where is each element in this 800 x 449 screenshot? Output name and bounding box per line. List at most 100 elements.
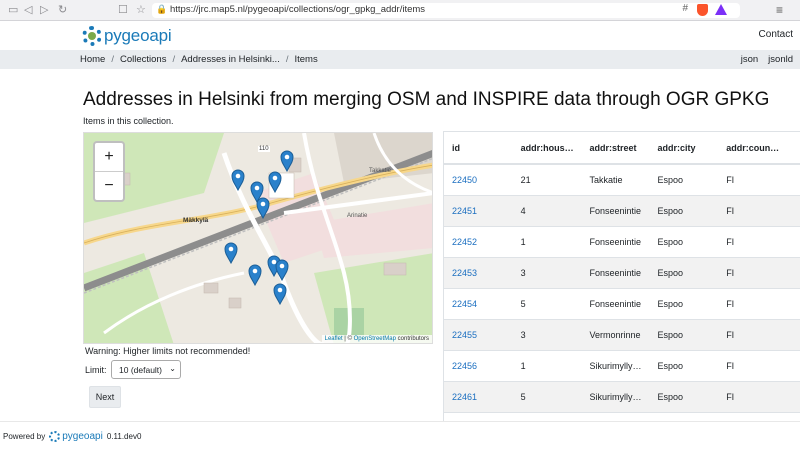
brave-icon[interactable] bbox=[697, 4, 708, 16]
map-label-makkyla: Mäkkylä bbox=[183, 217, 209, 224]
item-id-link[interactable]: 22461 bbox=[452, 392, 477, 402]
table-row: 22455 3 Vermonrinne Espoo FI bbox=[444, 318, 800, 350]
triangle-extension-icon[interactable] bbox=[715, 4, 727, 15]
powered-by-text: Powered by bbox=[3, 432, 46, 441]
hash-icon[interactable]: # bbox=[682, 3, 688, 14]
table-cell: FI bbox=[718, 380, 800, 412]
item-id-link[interactable]: 22456 bbox=[452, 361, 477, 371]
map-marker[interactable] bbox=[268, 171, 282, 198]
page-footer: Powered by pygeoapi 0.11.dev0 bbox=[0, 421, 800, 449]
leaflet-link[interactable]: Leaflet bbox=[325, 336, 343, 342]
map-marker[interactable] bbox=[256, 197, 270, 224]
bookmark-icon[interactable]: ☐ bbox=[118, 3, 128, 16]
chevron-down-icon: ⌄ bbox=[169, 364, 176, 373]
zoom-out-button[interactable]: − bbox=[95, 172, 123, 201]
footer-brand-link[interactable]: pygeoapi bbox=[62, 431, 103, 442]
column-header-street[interactable]: addr:street bbox=[581, 132, 650, 165]
menu-icon[interactable]: ≡ bbox=[776, 3, 783, 17]
item-id-cell[interactable]: 22461 bbox=[444, 380, 513, 412]
gear-icon bbox=[82, 26, 102, 46]
table-cell: Sikurimylly… bbox=[581, 349, 650, 381]
table-cell: FI bbox=[718, 411, 800, 421]
table-cell: Espoo bbox=[649, 287, 719, 319]
item-id-link[interactable]: 22453 bbox=[452, 268, 477, 278]
table-cell: Vermonrinne bbox=[581, 318, 650, 350]
table-cell: Espoo bbox=[649, 380, 719, 412]
pygeoapi-logo[interactable]: pygeoapi bbox=[82, 25, 172, 47]
table-cell: FI bbox=[718, 349, 800, 381]
breadcrumb-separator: / bbox=[111, 54, 114, 65]
item-id-link[interactable]: 22455 bbox=[452, 330, 477, 340]
item-id-cell[interactable]: 22456 bbox=[444, 349, 513, 381]
table-cell: Espoo bbox=[649, 349, 719, 381]
items-map[interactable]: Mäkkylä 110 Takkatie Arinatie + − Leafle… bbox=[83, 132, 433, 344]
table-cell: FI bbox=[718, 163, 800, 195]
table-header-row: id addr:hous… addr:street addr:city addr… bbox=[444, 132, 800, 165]
column-header-country[interactable]: addr:coun… bbox=[718, 132, 800, 165]
breadcrumb-items[interactable]: Items bbox=[294, 54, 317, 65]
attribution-tail: contributors bbox=[395, 336, 429, 342]
item-id-cell[interactable]: 22454 bbox=[444, 287, 513, 319]
item-id-link[interactable]: 22451 bbox=[452, 206, 477, 216]
table-cell: 5 bbox=[512, 380, 582, 412]
table-cell: 3 bbox=[512, 256, 582, 288]
breadcrumb: Home / Collections / Addresses in Helsin… bbox=[0, 50, 800, 69]
table-cell: 5 bbox=[512, 287, 582, 319]
table-cell: 2 bbox=[512, 411, 582, 421]
column-header-city[interactable]: addr:city bbox=[649, 132, 719, 165]
map-label-arinatie: Arinatie bbox=[347, 213, 368, 219]
item-id-link[interactable]: 22450 bbox=[452, 175, 477, 185]
jsonld-link[interactable]: jsonld bbox=[768, 54, 793, 65]
item-id-cell[interactable]: 22451 bbox=[444, 194, 513, 226]
limit-select[interactable]: 10 (default) ⌄ bbox=[111, 360, 181, 379]
attribution-sep: | © bbox=[342, 336, 354, 342]
forward-icon[interactable]: ▷ bbox=[40, 3, 48, 16]
table-cell: FI bbox=[718, 287, 800, 319]
zoom-in-button[interactable]: + bbox=[95, 143, 123, 172]
breadcrumb-separator: / bbox=[285, 54, 289, 65]
breadcrumb-collection[interactable]: Addresses in Helsinki... bbox=[181, 54, 280, 65]
table-cell: 1 bbox=[512, 225, 582, 257]
column-header-housenumber[interactable]: addr:hous… bbox=[512, 132, 582, 165]
table-cell: Espoo bbox=[649, 411, 719, 421]
item-id-cell[interactable]: 22453 bbox=[444, 256, 513, 288]
site-header: pygeoapi Contact bbox=[0, 21, 800, 50]
osm-link[interactable]: OpenStreetMap bbox=[354, 336, 396, 342]
url-text[interactable]: https://jrc.map5.nl/pygeoapi/collections… bbox=[170, 4, 425, 15]
map-tiles bbox=[84, 133, 432, 343]
breadcrumb-collections[interactable]: Collections bbox=[120, 54, 166, 65]
address-bar[interactable]: 🔒 https://jrc.map5.nl/pygeoapi/collectio… bbox=[152, 3, 740, 18]
limit-select-value: 10 (default) bbox=[119, 365, 162, 375]
column-header-id[interactable]: id bbox=[444, 132, 513, 165]
map-marker[interactable] bbox=[231, 169, 245, 196]
reload-icon[interactable]: ↻ bbox=[58, 3, 67, 16]
json-link[interactable]: json bbox=[741, 54, 758, 65]
item-id-cell[interactable]: 22452 bbox=[444, 225, 513, 257]
table-cell: Espoo bbox=[649, 318, 719, 350]
table-cell: Fonseenintie bbox=[581, 225, 650, 257]
table-cell: FI bbox=[718, 225, 800, 257]
map-label-takkatie: Takkatie bbox=[369, 168, 392, 174]
item-id-link[interactable]: 22454 bbox=[452, 299, 477, 309]
map-marker[interactable] bbox=[280, 150, 294, 177]
bookmark-star-icon[interactable]: ☆ bbox=[136, 3, 146, 16]
table-cell: Fonseenintie bbox=[581, 256, 650, 288]
logo-text: pygeoapi bbox=[104, 26, 172, 45]
footer-version: 0.11.dev0 bbox=[106, 432, 142, 441]
map-attribution: Leaflet | © OpenStreetMap contributors bbox=[321, 335, 432, 343]
item-id-cell[interactable]: 22450 bbox=[444, 163, 513, 195]
back-icon[interactable]: ◁ bbox=[24, 3, 32, 16]
sidebar-toggle-icon[interactable]: ▭ bbox=[8, 3, 18, 16]
item-id-cell[interactable]: 22455 bbox=[444, 318, 513, 350]
map-marker[interactable] bbox=[224, 242, 238, 269]
map-marker[interactable] bbox=[273, 283, 287, 310]
table-cell: FI bbox=[718, 194, 800, 226]
table-row: 22454 5 Fonseenintie Espoo FI bbox=[444, 287, 800, 319]
item-id-cell[interactable]: 22462 bbox=[444, 411, 513, 421]
contact-link[interactable]: Contact bbox=[759, 29, 793, 40]
breadcrumb-home[interactable]: Home bbox=[80, 54, 105, 65]
item-id-link[interactable]: 22452 bbox=[452, 237, 477, 247]
map-marker[interactable] bbox=[248, 264, 262, 291]
next-button[interactable]: Next bbox=[89, 386, 121, 408]
map-marker[interactable] bbox=[275, 259, 289, 286]
